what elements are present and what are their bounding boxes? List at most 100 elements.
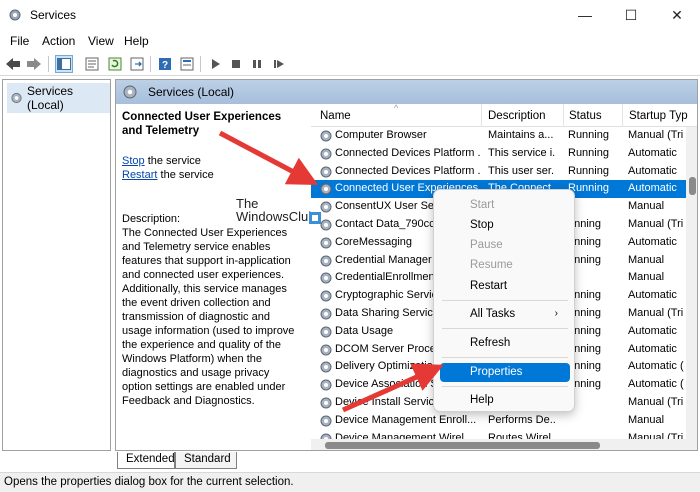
tree-node-services-local[interactable]: Services (Local) <box>7 83 110 113</box>
toolbar: ? <box>0 52 700 76</box>
tab-standard[interactable]: Standard <box>175 452 237 469</box>
stop-icon <box>232 60 240 68</box>
properties-icon <box>180 57 194 71</box>
gear-icon <box>320 415 332 427</box>
service-details: Connected User Experiences and Telemetry… <box>116 104 306 450</box>
close-icon: ✕ <box>671 6 683 23</box>
row-startup-type: Automatic <box>628 235 677 248</box>
panel-header-title: Services (Local) <box>148 85 235 99</box>
restart-service-link[interactable]: Restart <box>122 169 157 181</box>
console-tree-icon <box>57 58 71 70</box>
menu-help[interactable]: Help <box>124 34 149 48</box>
table-row[interactable]: Computer Browser Maintains a... Running Man… <box>311 127 686 145</box>
menu-file[interactable]: File <box>10 34 29 48</box>
row-status: unning <box>568 289 602 302</box>
minimize-button[interactable]: — <box>562 0 608 30</box>
refresh-toolbar-button[interactable] <box>106 55 124 73</box>
context-menu-resume[interactable]: Resume <box>440 256 570 275</box>
gear-icon <box>320 326 332 338</box>
stop-service-link[interactable]: Stop <box>122 155 145 167</box>
start-service-button[interactable] <box>206 55 224 73</box>
row-startup-type: Automatic <box>628 289 677 302</box>
row-startup-type: Automatic <box>628 324 677 337</box>
row-status: unning <box>568 360 602 373</box>
row-name: Computer Browser <box>335 129 427 141</box>
stop-link-suffix: the service <box>144 155 201 167</box>
chevron-right-icon: › <box>554 308 558 319</box>
horizontal-scroll-thumb[interactable] <box>325 442 600 449</box>
gear-icon <box>320 308 332 320</box>
console-tree-button[interactable] <box>55 55 73 73</box>
close-button[interactable]: ✕ <box>654 0 700 30</box>
horizontal-scrollbar[interactable] <box>311 439 697 450</box>
table-row[interactable]: Connected Devices Platform ... This servi… <box>311 145 686 163</box>
refresh-icon <box>108 57 122 71</box>
gear-icon <box>320 379 332 391</box>
row-startup-type: Manual <box>628 271 665 284</box>
context-menu-start[interactable]: Start <box>440 196 570 215</box>
forward-button[interactable] <box>25 55 43 73</box>
panel-header: Services (Local) <box>116 80 697 104</box>
vertical-scroll-thumb[interactable] <box>689 177 696 195</box>
export-button[interactable] <box>128 55 146 73</box>
row-name: Connected Devices Platform ... <box>335 146 481 159</box>
context-menu-restart[interactable]: Restart <box>440 277 570 296</box>
services-panel: Services (Local) Connected User Experien… <box>115 79 698 451</box>
forward-icon <box>27 58 41 70</box>
watermark: The WindowsClub <box>236 197 321 224</box>
back-button[interactable] <box>4 55 22 73</box>
maximize-button[interactable]: ☐ <box>608 0 654 30</box>
context-menu-all-tasks[interactable]: All Tasks › <box>440 305 570 324</box>
row-status: unning <box>568 307 602 319</box>
row-startup-type: Automatic <box>628 164 677 177</box>
row-status: unning <box>568 378 602 391</box>
help-icon: ? <box>159 58 171 71</box>
row-startup-type: Manual <box>628 253 665 266</box>
context-menu-properties[interactable]: Properties <box>440 363 570 382</box>
gear-icon <box>320 255 332 267</box>
sort-chevron-icon: ^ <box>394 103 399 113</box>
help-toolbar-button[interactable]: ? <box>156 55 174 73</box>
restart-icon <box>274 60 284 68</box>
menu-view[interactable]: View <box>88 34 114 48</box>
context-menu-stop[interactable]: Stop <box>440 216 570 235</box>
tab-extended[interactable]: Extended <box>117 452 175 469</box>
properties-sheet-button[interactable] <box>178 55 196 73</box>
column-header-status[interactable]: Status <box>569 110 602 122</box>
maximize-icon: ☐ <box>624 6 638 23</box>
list-header: Name ^ Description Status Startup Typ <box>311 103 697 127</box>
row-startup-type: Manual (Tri <box>628 396 684 408</box>
menu-action[interactable]: Action <box>42 34 75 48</box>
row-status: unning <box>568 218 602 230</box>
context-menu-help[interactable]: Help <box>440 391 570 410</box>
column-header-startup-type[interactable]: Startup Typ <box>629 110 688 122</box>
all-tasks-label: All Tasks <box>470 308 516 320</box>
properties-toolbar-button[interactable] <box>83 55 101 73</box>
stop-service-button[interactable] <box>227 55 245 73</box>
row-status: unning <box>568 253 602 266</box>
gear-icon <box>320 272 332 284</box>
services-app-icon <box>9 9 21 21</box>
pause-service-button[interactable] <box>248 55 266 73</box>
pause-icon <box>253 60 261 68</box>
row-status: Running <box>568 182 609 195</box>
row-description: Maintains a... <box>488 129 554 141</box>
row-startup-type: Manual (Tri <box>628 129 684 141</box>
row-status: unning <box>568 342 602 355</box>
context-menu-refresh[interactable]: Refresh <box>440 334 570 353</box>
minimize-icon: — <box>578 7 592 23</box>
vertical-scrollbar[interactable] <box>686 127 697 439</box>
gear-icon <box>123 85 137 99</box>
window-title: Services <box>30 8 77 22</box>
column-header-name[interactable]: Name <box>320 110 351 122</box>
row-description: Performs De... <box>488 413 555 426</box>
restart-service-button[interactable] <box>270 55 288 73</box>
properties-icon <box>85 57 99 71</box>
status-bar: Opens the properties dialog box for the … <box>0 472 700 492</box>
context-menu-pause[interactable]: Pause <box>440 236 570 255</box>
row-status: Running <box>568 146 609 159</box>
table-row[interactable]: Device Management Enroll... Performs De..… <box>311 412 686 430</box>
column-header-description[interactable]: Description <box>488 110 546 122</box>
gear-icon <box>320 361 332 373</box>
table-row[interactable]: Connected Devices Platform ... This user … <box>311 163 686 181</box>
